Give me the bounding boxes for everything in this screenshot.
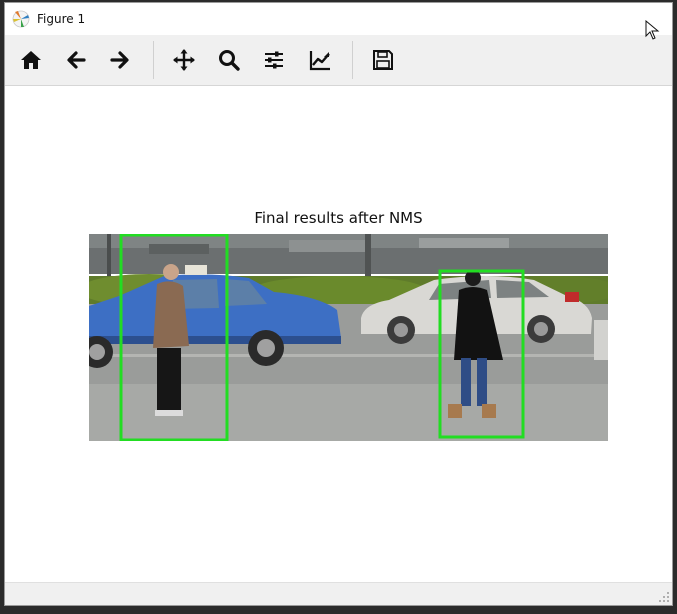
figure-window: Figure 1 Final results after NMS [4,2,673,606]
move-icon [173,49,195,71]
pan-button[interactable] [168,44,200,76]
back-button[interactable] [60,44,92,76]
navigation-toolbar [5,35,672,86]
configure-subplots-button[interactable] [258,44,290,76]
status-bar [5,582,672,605]
magnifier-icon [219,50,240,71]
arrow-left-icon [67,51,86,69]
zoom-button[interactable] [213,44,245,76]
home-icon [21,51,41,69]
title-bar: Figure 1 [5,3,672,35]
figure-canvas[interactable]: Final results after NMS [5,86,672,583]
street-scene-image [89,234,608,441]
detection-image [89,234,608,441]
resize-grip-icon[interactable] [658,591,670,603]
floppy-disk-icon [373,50,393,70]
home-button[interactable] [15,44,47,76]
sliders-icon [265,51,283,69]
edit-axes-button[interactable] [304,44,336,76]
toolbar-separator [153,41,154,79]
matplotlib-logo-icon [12,10,30,28]
chart-line-icon [309,51,330,71]
toolbar-separator [352,41,353,79]
arrow-right-icon [110,51,129,69]
forward-button[interactable] [104,44,136,76]
figure-title: Final results after NMS [254,209,423,227]
window-title: Figure 1 [37,12,86,26]
save-button[interactable] [367,44,399,76]
mouse-pointer-icon [645,20,660,40]
